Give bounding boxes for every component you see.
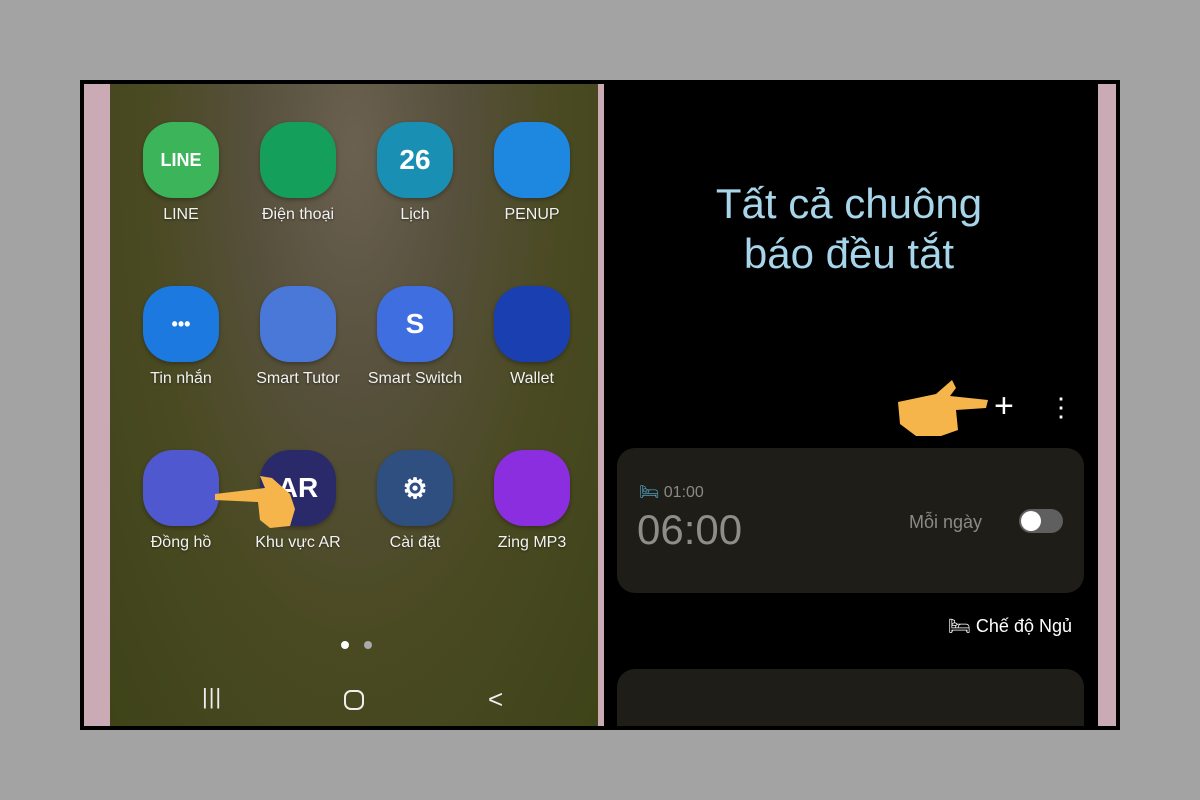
app-label: Đồng hồ [150, 534, 212, 551]
app-zing-mp3[interactable]: Zing MP3 [477, 450, 587, 552]
bedtime-label: 01:00 [663, 484, 704, 501]
app-calendar[interactable]: 26 Lịch [360, 122, 470, 224]
home-button[interactable] [344, 690, 364, 710]
app-label: Cài đặt [389, 534, 441, 551]
border-strip [84, 84, 110, 726]
sleep-mode-link[interactable]: 🛏 Chế độ Ngủ [948, 616, 1072, 637]
calendar-icon: 26 [377, 122, 453, 198]
smart-switch-icon: S [377, 286, 453, 362]
app-label: Khu vực AR [255, 534, 341, 551]
repeat-label: Mỗi ngày [909, 512, 983, 532]
alarm-card[interactable] [617, 669, 1084, 726]
add-alarm-button[interactable]: + [994, 387, 1014, 426]
app-label: Wallet [510, 370, 554, 387]
clock-icon [143, 450, 219, 526]
alarm-toggle[interactable] [1019, 509, 1063, 533]
messages-icon: ••• [143, 286, 219, 362]
alarm-app: Tất cả chuông báo đều tắt + ⋮ 🛏 01:00 06… [604, 84, 1098, 726]
app-label: Tin nhắn [150, 370, 212, 387]
app-label: Lịch [400, 206, 430, 223]
home-screen: LINE LINE Điện thoại 26 Lịch PENUP ••• Tin nhắn… [110, 84, 598, 726]
app-messages[interactable]: ••• Tin nhắn [126, 286, 236, 388]
app-wallet[interactable]: Wallet [477, 286, 587, 388]
zing-mp3-icon [494, 450, 570, 526]
pointing-hand-icon [215, 476, 295, 528]
app-line[interactable]: LINE LINE [126, 122, 236, 224]
app-label: Điện thoại [261, 206, 335, 223]
border-strip [1098, 84, 1116, 726]
back-button[interactable]: < [488, 684, 503, 715]
sleep-mode-label: Chế độ Ngủ [975, 616, 1072, 636]
app-settings[interactable]: ⚙ Cài đặt [360, 450, 470, 552]
penup-icon [494, 122, 570, 198]
app-smart-switch[interactable]: S Smart Switch [360, 286, 470, 388]
app-headset[interactable]: Smart Tutor [243, 286, 353, 388]
app-label: Zing MP3 [497, 534, 567, 551]
pointing-hand-icon [898, 380, 988, 436]
headset-icon [260, 286, 336, 362]
bed-icon: 🛏 [948, 616, 971, 636]
app-label: Smart Tutor [256, 370, 340, 387]
settings-icon: ⚙ [377, 450, 453, 526]
alarm-time: 06:00 [637, 506, 743, 553]
page-dot-active[interactable] [341, 641, 349, 649]
app-phone[interactable]: Điện thoại [243, 122, 353, 224]
app-penup[interactable]: PENUP [477, 122, 587, 224]
more-options-button[interactable]: ⋮ [1048, 392, 1074, 423]
recent-apps-button[interactable]: ||| [202, 684, 222, 710]
app-label: PENUP [504, 206, 560, 223]
wallet-icon [494, 286, 570, 362]
bed-icon: 🛏 [639, 484, 660, 501]
alarm-card[interactable]: 🛏 01:00 06:00 Mỗi ngày [617, 448, 1084, 593]
line-icon: LINE [143, 122, 219, 198]
page-dot[interactable] [364, 641, 372, 649]
alarm-status-heading: Tất cả chuông báo đều tắt [715, 180, 983, 277]
app-label: LINE [163, 206, 199, 223]
app-label: Smart Switch [367, 370, 463, 387]
phone-icon [260, 122, 336, 198]
